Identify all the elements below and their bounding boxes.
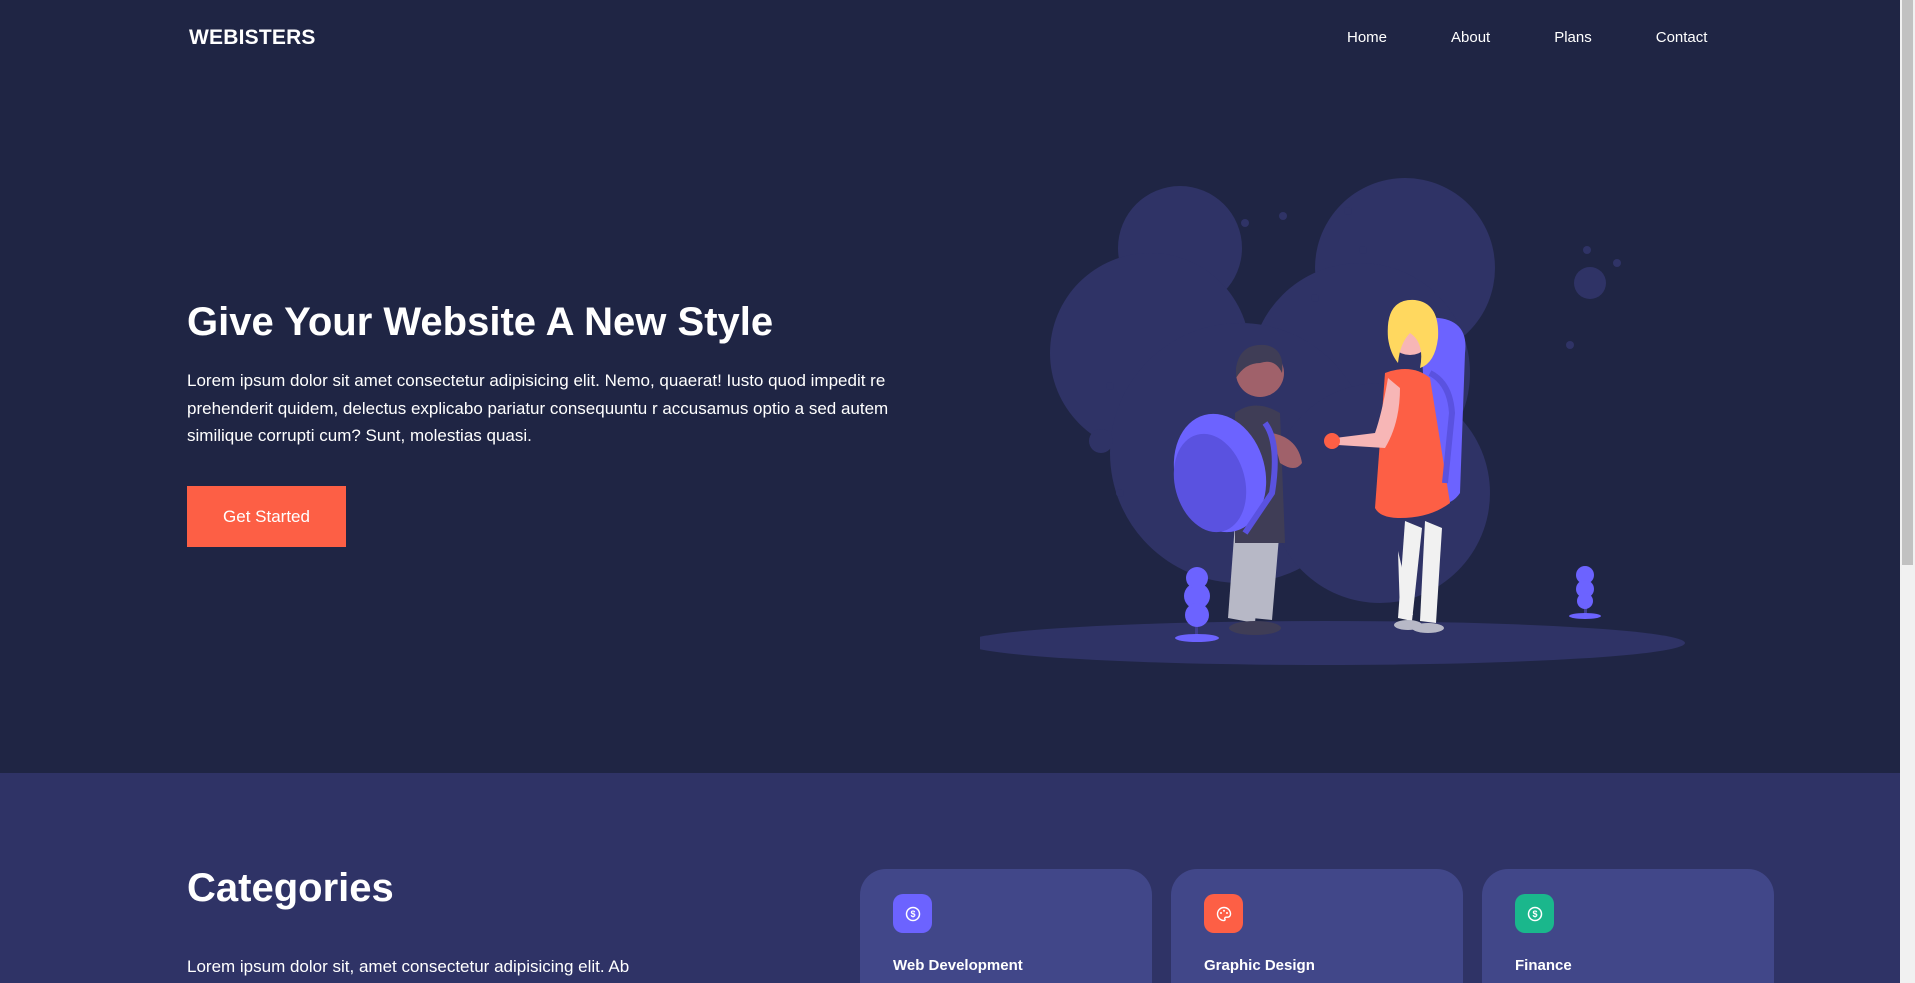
bg-dot — [1359, 246, 1367, 254]
svg-text:$: $ — [910, 909, 915, 919]
bg-dot — [1344, 207, 1352, 215]
hero-section: Give Your Website A New Style Lorem ipsu… — [0, 78, 1900, 773]
bg-dot — [1311, 294, 1319, 302]
bg-dot — [1106, 382, 1114, 390]
nav-link-contact[interactable]: Contact — [1656, 29, 1708, 46]
bg-dot — [1613, 259, 1621, 267]
svg-text:$: $ — [1532, 909, 1537, 919]
ground-shadow — [980, 621, 1685, 665]
dollar-icon: $ — [893, 894, 932, 933]
hero-title: Give Your Website A New Style — [187, 300, 774, 344]
top-navbar: WEBISTERS Home About Plans Contact — [0, 0, 1900, 78]
hero-illustration — [980, 178, 1685, 665]
bg-dot — [1566, 341, 1574, 349]
categories-description: Lorem ipsum dolor sit, amet consectetur … — [187, 957, 630, 976]
brand-logo[interactable]: WEBISTERS — [189, 26, 316, 50]
bg-dot — [1241, 219, 1249, 227]
card-title: Graphic Design — [1204, 957, 1315, 974]
bg-dot — [1116, 489, 1124, 497]
get-started-button[interactable]: Get Started — [187, 486, 346, 547]
categories-title: Categories — [187, 866, 394, 910]
category-card-finance[interactable]: $ Finance — [1482, 869, 1774, 983]
bg-dot — [1279, 212, 1287, 220]
nav-links: Home About Plans Contact — [1347, 29, 1707, 46]
nav-link-home[interactable]: Home — [1347, 29, 1387, 46]
nav-link-plans[interactable]: Plans — [1554, 29, 1592, 46]
hero-description: Lorem ipsum dolor sit amet consectetur a… — [187, 371, 889, 445]
tree-right — [1569, 566, 1601, 619]
nav-link-about[interactable]: About — [1451, 29, 1490, 46]
scrollbar-thumb[interactable] — [1902, 0, 1913, 565]
bg-dot — [1574, 267, 1606, 299]
dollar-icon: $ — [1515, 894, 1554, 933]
palette-icon — [1204, 894, 1243, 933]
category-card-graphic-design[interactable]: Graphic Design — [1171, 869, 1463, 983]
bg-dot — [1583, 246, 1591, 254]
page: WEBISTERS Home About Plans Contact Give … — [0, 0, 1900, 983]
bg-dot — [1089, 429, 1113, 453]
page-scrollbar[interactable] — [1900, 0, 1915, 983]
card-title: Web Development — [893, 957, 1023, 974]
categories-section: Categories Lorem ipsum dolor sit, amet c… — [0, 773, 1900, 983]
card-title: Finance — [1515, 957, 1572, 974]
category-card-web-development[interactable]: $ Web Development — [860, 869, 1152, 983]
